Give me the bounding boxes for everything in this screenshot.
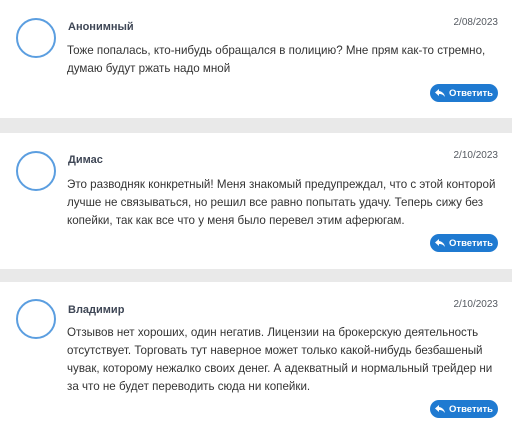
reply-button[interactable]: Ответить	[430, 234, 498, 252]
comment-date: 2/10/2023	[453, 299, 499, 310]
comment-author: Димас	[68, 154, 103, 166]
avatar	[16, 299, 56, 339]
reply-label: Ответить	[449, 403, 493, 415]
comments-list: Анонимный 2/08/2023 Тоже попалась, кто-н…	[0, 0, 512, 435]
reply-button[interactable]: Ответить	[430, 84, 498, 102]
reply-button[interactable]: Ответить	[430, 400, 498, 418]
avatar	[16, 151, 56, 191]
comment-card: Анонимный 2/08/2023 Тоже попалась, кто-н…	[0, 0, 512, 118]
reply-arrow-icon	[435, 405, 446, 413]
comment-card: Димас 2/10/2023 Это разводняк конкретный…	[0, 133, 512, 269]
reply-label: Ответить	[449, 87, 493, 99]
reply-arrow-icon	[435, 239, 446, 247]
comment-card: Владимир 2/10/2023 Отзывов нет хороших, …	[0, 282, 512, 435]
comment-date: 2/08/2023	[453, 17, 499, 28]
comment-text: Это разводняк конкретный! Меня знакомый …	[67, 178, 496, 227]
comment-text: Отзывов нет хороших, один негатив. Лицен…	[67, 326, 493, 393]
reply-arrow-icon	[435, 89, 446, 97]
comment-text: Тоже попалась, кто-нибудь обращался в по…	[67, 44, 486, 75]
comment-date: 2/10/2023	[453, 150, 499, 161]
reply-label: Ответить	[449, 237, 493, 249]
comment-author: Владимир	[68, 304, 125, 316]
comment-author: Анонимный	[68, 21, 134, 33]
avatar	[16, 18, 56, 58]
